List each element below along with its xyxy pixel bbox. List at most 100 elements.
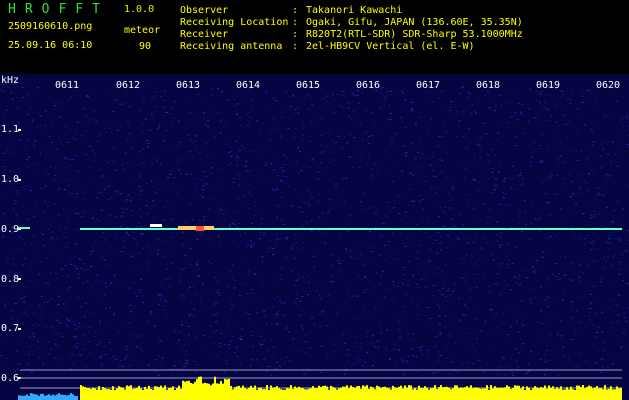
- noise-speckle: [453, 244, 456, 246]
- noise-speckle: [57, 188, 60, 190]
- noise-speckle: [503, 177, 506, 179]
- noise-speckle: [2, 91, 5, 92]
- noise-speckle: [547, 359, 550, 361]
- noise-speckle: [412, 274, 414, 276]
- amplitude-bar: [560, 386, 562, 400]
- noise-speckle: [544, 354, 547, 356]
- noise-speckle: [50, 236, 53, 238]
- noise-speckle: [615, 238, 618, 240]
- noise-speckle: [330, 275, 333, 277]
- noise-speckle: [15, 214, 18, 216]
- noise-speckle: [609, 175, 611, 177]
- noise-speckle: [567, 360, 569, 362]
- noise-speckle: [297, 278, 300, 280]
- noise-speckle: [226, 363, 229, 365]
- noise-speckle: [437, 216, 440, 218]
- noise-speckle: [99, 323, 102, 325]
- noise-speckle: [71, 193, 74, 195]
- noise-speckle: [514, 145, 517, 147]
- noise-speckle: [150, 134, 153, 136]
- amplitude-bar: [62, 394, 64, 400]
- noise-speckle: [212, 356, 215, 358]
- noise-speckle: [429, 306, 432, 308]
- amplitude-bar: [484, 388, 486, 400]
- amplitude-bar: [232, 389, 234, 400]
- noise-speckle: [20, 298, 23, 300]
- amplitude-bar: [386, 387, 388, 400]
- noise-speckle: [248, 150, 250, 152]
- noise-speckle: [214, 135, 217, 137]
- amplitude-bar: [190, 383, 192, 400]
- noise-speckle: [178, 330, 181, 332]
- noise-speckle: [282, 170, 285, 172]
- noise-speckle: [509, 337, 511, 339]
- noise-speckle: [330, 254, 333, 256]
- noise-speckle: [71, 159, 74, 161]
- noise-speckle: [140, 93, 143, 95]
- noise-speckle: [82, 199, 85, 200]
- noise-speckle: [559, 256, 561, 257]
- noise-speckle: [189, 112, 191, 114]
- noise-speckle: [226, 286, 229, 288]
- noise-speckle: [544, 107, 547, 109]
- noise-speckle: [128, 322, 131, 324]
- amplitude-bar: [384, 386, 386, 400]
- noise-speckle: [440, 332, 442, 333]
- amplitude-bar: [388, 388, 390, 400]
- noise-speckle: [295, 349, 297, 351]
- noise-speckle: [217, 281, 220, 283]
- noise-speckle: [398, 329, 401, 331]
- noise-speckle: [171, 218, 174, 220]
- noise-speckle: [480, 247, 483, 249]
- noise-speckle: [98, 221, 101, 222]
- amplitude-bar: [224, 378, 226, 400]
- noise-speckle: [84, 154, 87, 156]
- noise-speckle: [493, 109, 496, 111]
- noise-speckle: [48, 218, 51, 220]
- noise-speckle: [610, 221, 613, 223]
- noise-speckle: [198, 220, 201, 222]
- noise-speckle: [559, 140, 562, 142]
- noise-speckle: [230, 155, 233, 157]
- noise-speckle: [556, 175, 559, 176]
- noise-speckle: [168, 113, 171, 115]
- noise-speckle: [75, 130, 78, 132]
- amplitude-bar: [608, 388, 610, 400]
- noise-speckle: [545, 345, 548, 347]
- noise-speckle: [410, 348, 413, 350]
- noise-speckle: [308, 167, 311, 169]
- noise-speckle: [239, 295, 241, 297]
- noise-speckle: [76, 121, 79, 123]
- noise-speckle: [222, 213, 225, 215]
- noise-speckle: [156, 249, 159, 251]
- noise-speckle: [294, 238, 297, 240]
- noise-speckle: [42, 244, 45, 246]
- noise-speckle: [95, 135, 98, 137]
- noise-speckle: [63, 303, 66, 305]
- noise-speckle: [39, 153, 42, 155]
- amplitude-bar: [194, 381, 196, 400]
- noise-speckle: [489, 217, 492, 219]
- noise-speckle: [561, 91, 564, 92]
- noise-speckle: [32, 324, 35, 326]
- noise-speckle: [223, 371, 226, 373]
- noise-speckle: [468, 127, 470, 129]
- noise-speckle: [196, 364, 199, 366]
- noise-speckle: [521, 182, 524, 184]
- noise-speckle: [403, 145, 406, 147]
- noise-speckle: [3, 217, 5, 219]
- noise-speckle: [139, 176, 142, 178]
- amplitude-bar: [442, 387, 444, 400]
- noise-speckle: [217, 356, 219, 358]
- noise-speckle: [243, 148, 246, 150]
- noise-speckle: [29, 268, 32, 270]
- noise-speckle: [341, 94, 344, 96]
- amplitude-bar: [438, 387, 440, 400]
- noise-speckle: [276, 296, 279, 298]
- noise-speckle: [108, 279, 111, 281]
- noise-speckle: [491, 176, 494, 178]
- noise-speckle: [0, 89, 3, 91]
- noise-speckle: [243, 195, 246, 197]
- noise-speckle: [179, 296, 182, 298]
- noise-speckle: [22, 206, 25, 208]
